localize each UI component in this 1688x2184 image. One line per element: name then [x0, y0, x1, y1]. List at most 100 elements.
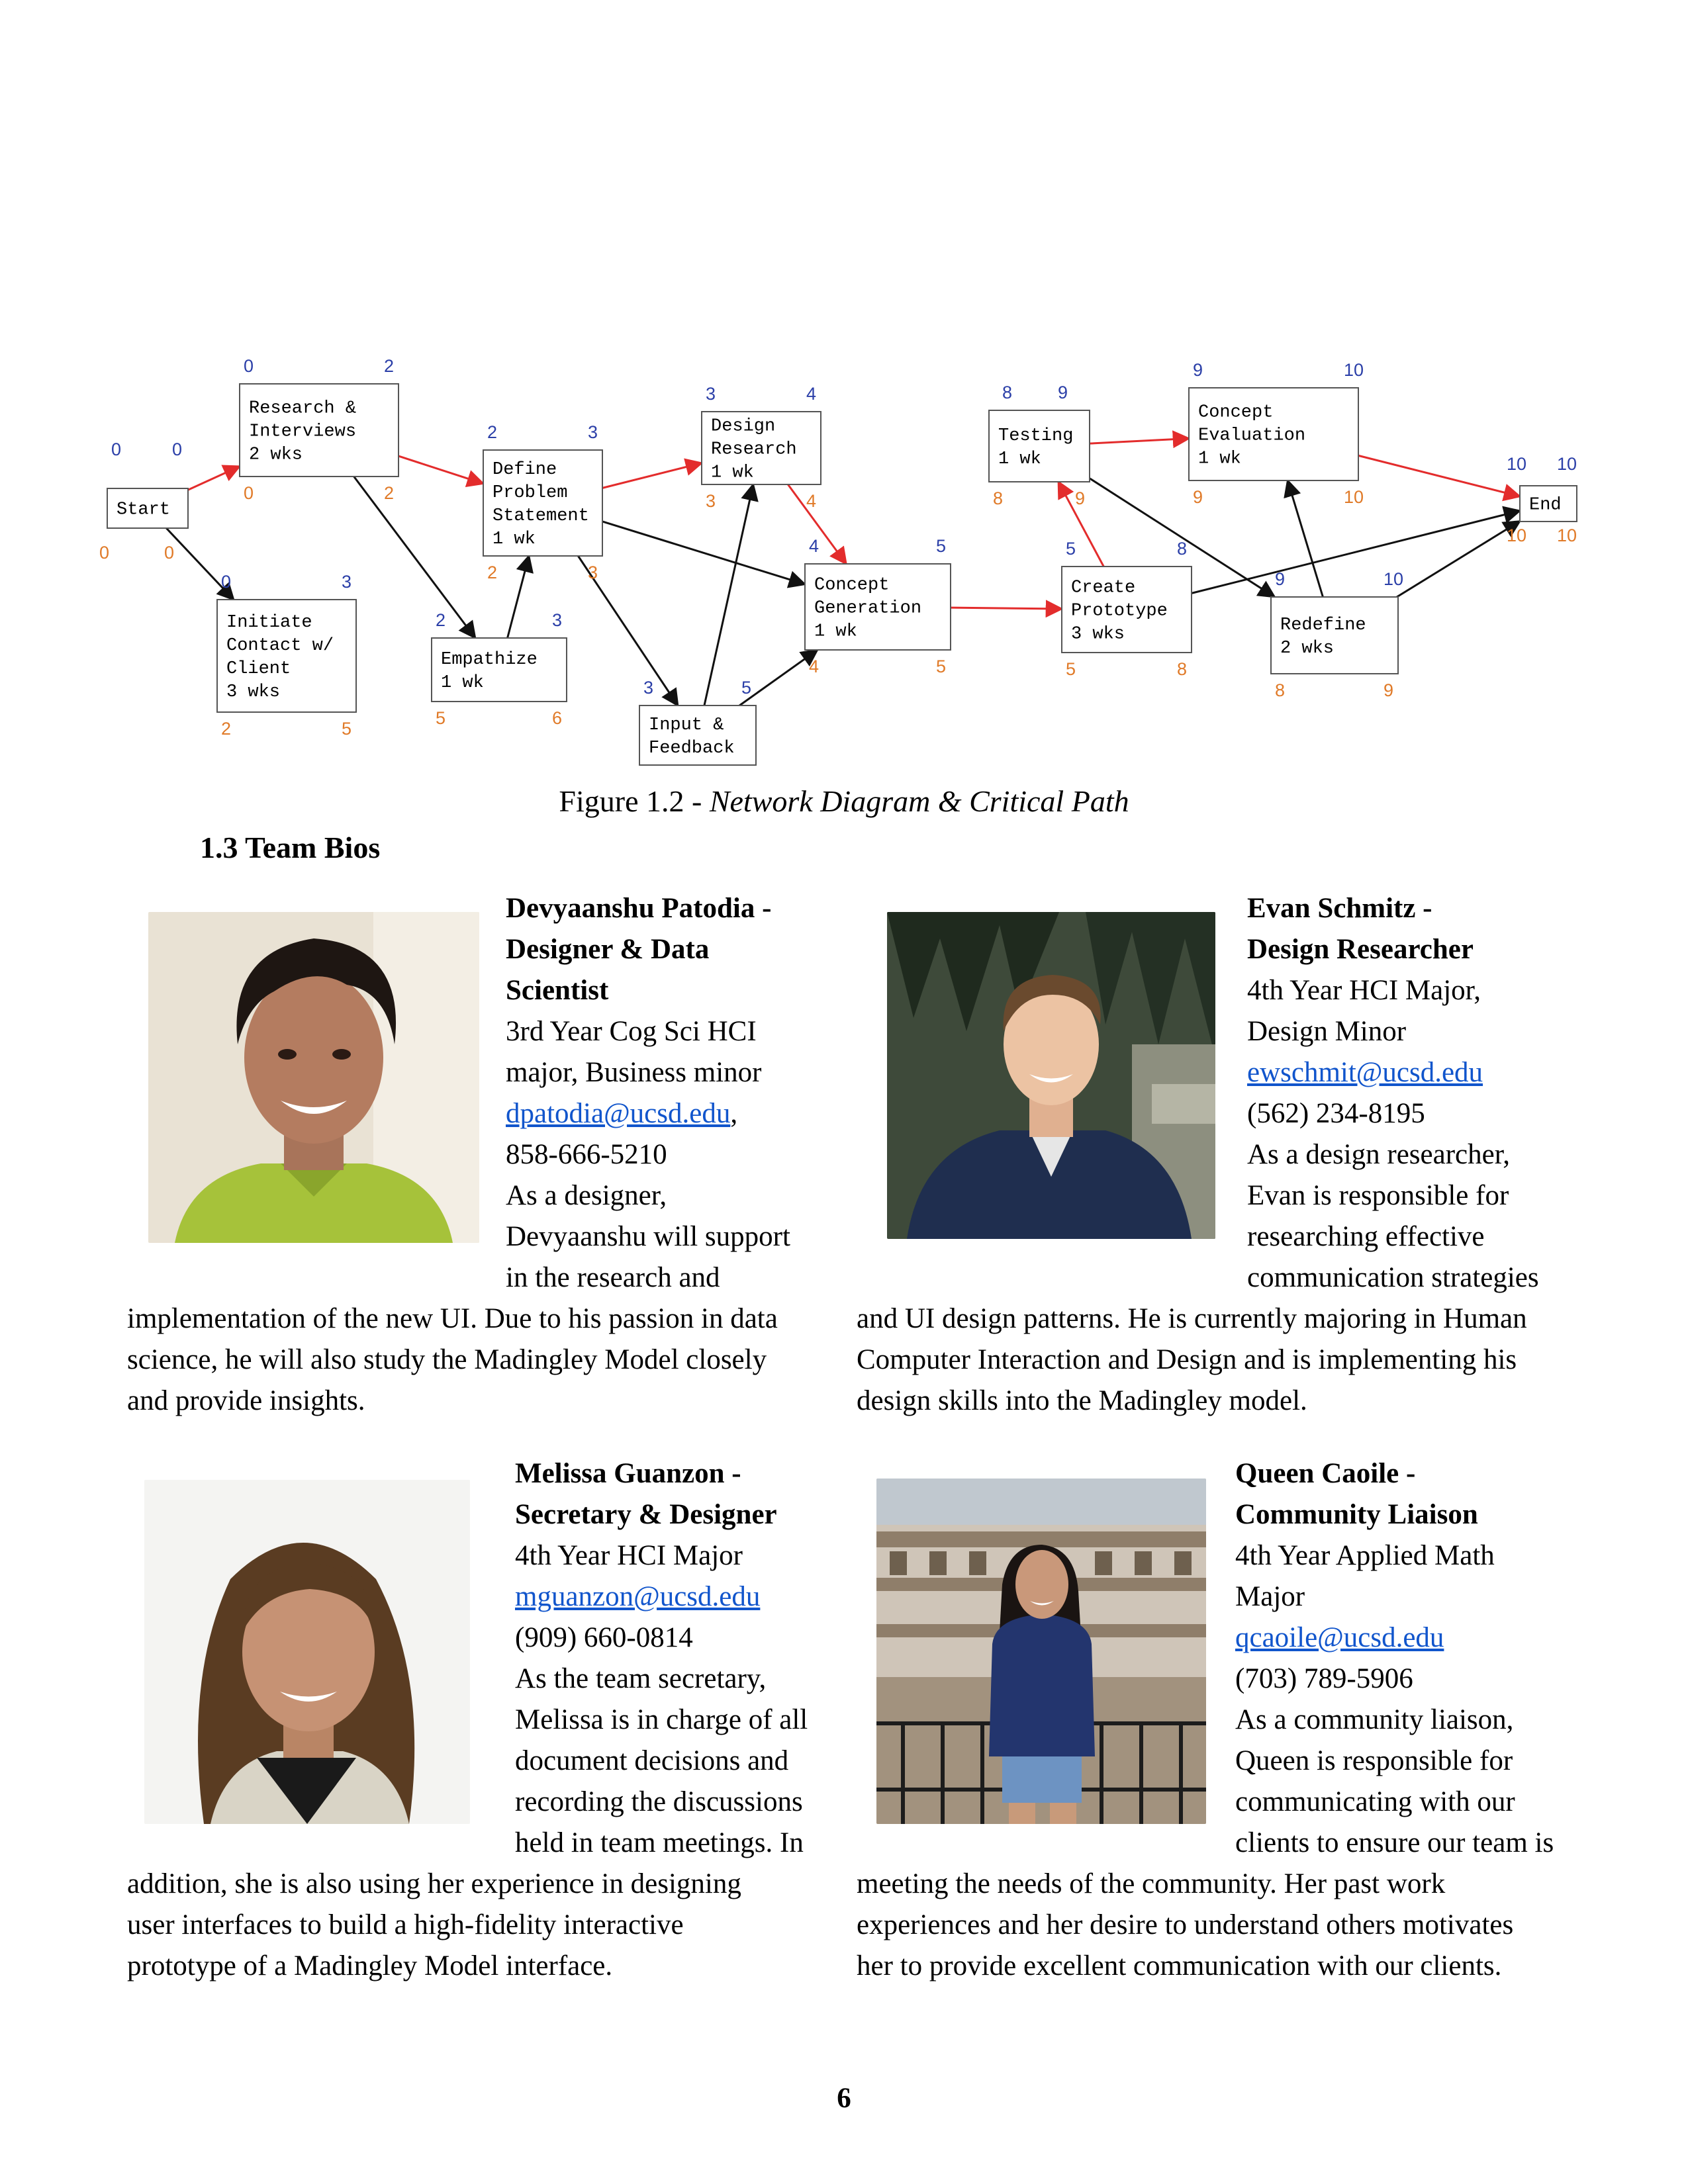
node-box [988, 410, 1090, 482]
node-ls-value: 9 [1193, 487, 1203, 507]
node-ls-value: 8 [993, 488, 1003, 508]
node-lf-value: 4 [806, 491, 816, 511]
bio-text-line: communicating with our [1235, 1786, 1515, 1817]
bio-text-line: As a community liaison, [1235, 1704, 1514, 1735]
node-label-line: End [1529, 496, 1562, 516]
node-label-line: Generation [814, 599, 921, 619]
bio-text-line: Queen is responsible for [1235, 1745, 1513, 1776]
node-lf-value: 9 [1075, 488, 1085, 508]
bio-email-line: qcaoile@ucsd.edu [1235, 1617, 1444, 1659]
node-start: Start 0 0 0 0 [99, 439, 189, 563]
bio-text-line: in the research and [506, 1262, 720, 1293]
bio-text-line: clients to ensure our team is [1235, 1827, 1554, 1858]
node-label-line: Prototype [1071, 602, 1168, 621]
bio-heading-line: Evan Schmitz - [1247, 893, 1432, 924]
bio-text-line: As a designer, [506, 1180, 667, 1211]
node-label-line: Initiate [226, 613, 312, 633]
email-link[interactable]: ewschmit@ucsd.edu [1247, 1057, 1483, 1088]
bio-text-line: user interfaces to build a high-fidelity… [127, 1909, 684, 1940]
node-label-line: Client [226, 659, 291, 679]
bio-text-line: 858-666-5210 [506, 1139, 667, 1170]
bio-text-line: experiences and her desire to understand… [857, 1909, 1514, 1940]
edge-define-to-design [602, 458, 704, 489]
node-lf-value: 9 [1383, 680, 1393, 700]
email-link[interactable]: qcaoile@ucsd.edu [1235, 1622, 1444, 1653]
node-label-line: Empathize [441, 650, 538, 670]
node-box [1270, 596, 1399, 674]
bio-text-line: major, Business minor [506, 1057, 762, 1088]
bio-text-line: recording the discussions [515, 1786, 803, 1817]
bio-text-line: Major [1235, 1581, 1305, 1612]
bio-text-line: design skills into the Madingley model. [857, 1385, 1307, 1416]
node-redefine: Redefine 2 wks 9 10 8 9 [1270, 569, 1403, 700]
bio-text-line: science, he will also study the Madingle… [127, 1344, 767, 1375]
edge-evaluation-to-end [1358, 454, 1522, 502]
bio-heading-line: Designer & Data [506, 934, 710, 965]
bio-text-line: 4th Year Applied Math [1235, 1540, 1495, 1571]
bio-email-line: dpatodia@ucsd.edu, [506, 1093, 737, 1134]
bio-heading-line: Design Researcher [1247, 934, 1474, 965]
portrait-devyaanshu [148, 912, 479, 1243]
node-es-value: 9 [1193, 360, 1203, 380]
section-title: 1.3 Team Bios [200, 831, 381, 864]
node-evaluation: Concept Evaluation 1 wk 9 10 9 10 [1188, 360, 1364, 507]
page-number: 6 [837, 2083, 851, 2114]
node-label-line: Concept [814, 576, 889, 596]
node-label-line: Statement [492, 506, 589, 526]
node-prototype: Create Prototype 3 wks 5 8 5 8 [1061, 539, 1192, 679]
node-input: Input & Feedback 3 5 [639, 678, 757, 766]
edge-testing-to-evaluation [1089, 430, 1191, 449]
node-ef-value: 3 [588, 422, 598, 442]
node-ef-value: 10 [1383, 569, 1403, 589]
node-ef-value: 10 [1557, 454, 1577, 474]
node-label-line: 1 wk [492, 529, 536, 549]
node-label-line: Evaluation [1198, 426, 1305, 446]
portrait-evan [887, 912, 1215, 1239]
node-research: Research & Interviews 2 wks 0 2 0 2 [239, 356, 399, 503]
bio-text-line: (703) 789-5906 [1235, 1663, 1413, 1694]
edge-redefine-to-end [1396, 520, 1522, 598]
edge-start-to-research [187, 465, 242, 491]
bio-text-line: researching effective [1247, 1221, 1485, 1252]
node-ls-value: 0 [99, 543, 109, 563]
node-label-line: 1 wk [711, 463, 754, 483]
node-ls-value: 2 [221, 719, 231, 739]
email-link[interactable]: dpatodia@ucsd.edu [506, 1098, 730, 1129]
figure-caption: Figure 1.2 - Network Diagram & Critical … [0, 784, 1688, 819]
node-es-value: 0 [221, 572, 231, 592]
node-es-value: 5 [1066, 539, 1076, 559]
node-ef-value: 5 [936, 536, 946, 556]
node-es-value: 3 [643, 678, 653, 698]
bio-heading-line: Secretary & Designer [515, 1499, 777, 1530]
node-label-line: Define [492, 460, 557, 480]
node-lf-value: 5 [936, 657, 946, 676]
diagram-nodes: Start0 00 0Research &Interviews2 wks0 20 2In… [99, 356, 1577, 766]
bio-text-line: held in team meetings. In [515, 1827, 804, 1858]
node-lf-value: 3 [588, 563, 598, 582]
node-ef-value: 4 [806, 384, 816, 404]
node-label-line: Input & [649, 715, 724, 735]
bio-text-line: 4th Year HCI Major, [1247, 975, 1481, 1006]
node-ef-value: 9 [1058, 383, 1068, 402]
edge-input-to-design [703, 482, 759, 706]
node-ef-value: 3 [342, 572, 352, 592]
edge-define-to-concept [602, 520, 807, 588]
bio-text-line: her to provide excellent communication w… [857, 1950, 1502, 1981]
node-ef-value: 3 [552, 610, 562, 630]
node-empathize: Empathize 1 wk 2 3 5 6 [431, 610, 567, 728]
node-lf-value: 0 [164, 543, 174, 563]
bio-email-line: mguanzon@ucsd.edu [515, 1576, 760, 1617]
node-es-value: 0 [111, 439, 121, 459]
portrait-melissa [144, 1480, 470, 1824]
email-link[interactable]: mguanzon@ucsd.edu [515, 1581, 760, 1612]
node-define: Define Problem Statement 1 wk 2 3 2 3 [483, 422, 603, 582]
node-label-line: Feedback [649, 739, 735, 758]
bio-text-line: and UI design patterns. He is currently … [857, 1303, 1527, 1334]
bio-email-line: ewschmit@ucsd.edu [1247, 1052, 1483, 1093]
caption-title: Network Diagram & Critical Path [709, 784, 1129, 818]
node-ls-value: 0 [244, 483, 254, 503]
node-ls-value: 4 [809, 657, 819, 676]
node-label-line: Testing [998, 426, 1073, 446]
node-testing: Testing 1 wk 8 9 8 9 [988, 383, 1090, 508]
bio-heading-line: Melissa Guanzon - [515, 1458, 741, 1489]
